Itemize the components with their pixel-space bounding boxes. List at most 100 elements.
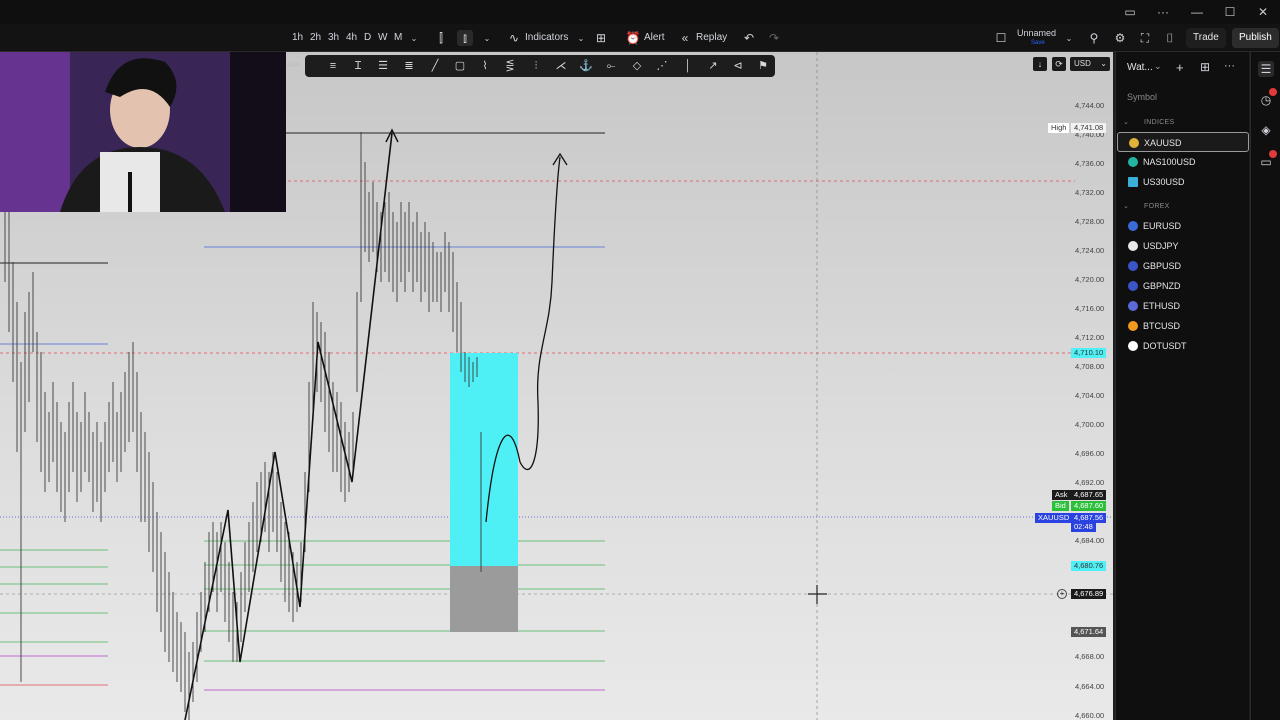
timeframe-3h[interactable]: 3h <box>328 24 339 52</box>
chevron-down-icon: ⌄ <box>1100 59 1107 68</box>
fib-icon[interactable]: ≣ <box>401 58 417 74</box>
screen-icon[interactable]: ▭ <box>1120 0 1140 24</box>
crosshair-price-tag: 4,676.89 <box>1071 589 1107 599</box>
symbol-label: DOTUSDT <box>1143 341 1187 351</box>
timeframe-4h[interactable]: 4h <box>346 24 357 52</box>
arrow-down-icon[interactable]: ↓ <box>1033 57 1047 71</box>
watchlist-item-gbpusd[interactable]: GBPUSD <box>1117 256 1249 276</box>
price-tick: 4,684.00 <box>1075 536 1105 545</box>
path-icon[interactable]: ⌇ <box>477 58 493 74</box>
ellipse-icon[interactable]: ◇ <box>629 58 645 74</box>
cursor-crosshair <box>808 585 827 604</box>
watchlist-panel: Wat... ⌄ + ⊞ ··· Symbol ⌄ INDICES XAUUSD … <box>1115 52 1249 720</box>
replay-icon[interactable]: « <box>677 30 693 46</box>
symbol-label: BTCUSD <box>1143 321 1181 331</box>
undo-icon[interactable]: ↶ <box>741 30 757 46</box>
alert-icon[interactable]: ⏰ <box>625 30 641 46</box>
price-tick: 4,716.00 <box>1075 304 1105 313</box>
minimize-button[interactable]: — <box>1180 0 1214 24</box>
alert-button[interactable]: Alert <box>644 24 665 52</box>
group-indices[interactable]: ⌄ INDICES <box>1116 116 1250 130</box>
watchlist-item-nas100usd[interactable]: NAS100USD <box>1117 152 1249 172</box>
chart-canvas[interactable]: 4,744.00 4,740.00 4,736.00 4,732.00 4,72… <box>0 52 1113 720</box>
notification-badge <box>1269 88 1277 96</box>
measure-icon[interactable]: ⊲ <box>730 58 746 74</box>
chevron-down-icon[interactable]: ⌄ <box>1061 30 1077 46</box>
symbol-column-header[interactable]: Symbol <box>1116 88 1250 106</box>
watchlist-item-xauusd[interactable]: XAUUSD <box>1117 132 1249 152</box>
chevron-down-icon[interactable]: ⌄ <box>479 30 495 46</box>
price-tick: 4,724.00 <box>1075 246 1105 255</box>
channel-icon[interactable]: ⋚ <box>502 58 518 74</box>
add-alert-icon[interactable]: + <box>1057 589 1067 599</box>
price-tick: 4,736.00 <box>1075 159 1105 168</box>
symbol-label: GBPUSD <box>1143 261 1182 271</box>
vertical-line-icon[interactable]: │ <box>680 58 696 74</box>
publish-button[interactable]: Publish <box>1232 28 1279 48</box>
brush-icon[interactable]: ⋰ <box>654 58 670 74</box>
sync-icon[interactable]: ⟳ <box>1052 57 1066 71</box>
watchlist-item-us30usd[interactable]: US30USD <box>1117 172 1249 192</box>
more-options-icon[interactable]: ··· <box>1224 60 1235 72</box>
price-tick: 4,696.00 <box>1075 449 1105 458</box>
trend-line-icon[interactable]: ╱ <box>427 58 443 74</box>
watchlist-item-eurusd[interactable]: EURUSD <box>1117 216 1249 236</box>
quick-search-icon[interactable]: ⚲ <box>1086 30 1102 46</box>
timeframe-1h[interactable]: 1h <box>292 24 303 52</box>
parallel-lines-icon[interactable]: ≡ <box>325 58 341 74</box>
horizontal-lines-icon[interactable]: ☰ <box>375 58 391 74</box>
symbol-label: EURUSD <box>1143 221 1182 231</box>
text-cursor-icon[interactable]: Ɪ <box>350 58 366 74</box>
watchlist-item-ethusd[interactable]: ETHUSD <box>1117 296 1249 316</box>
ask-price-tag: 4,687.65 <box>1071 490 1107 500</box>
pattern-icon[interactable]: ⋌ <box>553 58 569 74</box>
redo-icon[interactable]: ↷ <box>766 30 782 46</box>
indicators-button[interactable]: Indicators <box>525 24 568 52</box>
horizontal-ray-icon[interactable]: ⟜ <box>603 58 619 74</box>
templates-icon[interactable]: ⊞ <box>593 30 609 46</box>
replay-button[interactable]: Replay <box>696 24 727 52</box>
settings-icon[interactable]: ⚙ <box>1112 30 1128 46</box>
more-icon[interactable]: ··· <box>1152 0 1174 24</box>
timeframe-m[interactable]: M <box>394 24 402 52</box>
high-label: High <box>1048 123 1070 133</box>
bitcoin-icon <box>1128 321 1138 331</box>
watchlist-item-btcusd[interactable]: BTCUSD <box>1117 316 1249 336</box>
trade-button[interactable]: Trade <box>1186 28 1226 48</box>
timeframe-2h[interactable]: 2h <box>310 24 321 52</box>
symbol-label: NAS100USD <box>1143 157 1196 167</box>
bar-chart-type-icon[interactable]: ⫿ <box>433 30 449 46</box>
anchor-icon[interactable]: ⚓ <box>578 58 594 74</box>
watchlist-icon[interactable]: ☰ <box>1258 61 1274 77</box>
price-tick: 4,728.00 <box>1075 217 1105 226</box>
rectangle-icon[interactable]: ▢ <box>452 58 468 74</box>
candles-chart-type-icon[interactable]: ⫾ <box>457 30 473 46</box>
chevron-down-icon[interactable]: ⌄ <box>406 30 422 46</box>
arrow-tool-icon[interactable]: ↗ <box>705 58 721 74</box>
watchlist-item-dotusdt[interactable]: DOTUSDT <box>1117 336 1249 356</box>
chevron-down-icon[interactable]: ⌄ <box>1154 61 1162 72</box>
layout-checkbox-icon[interactable]: ☐ <box>993 30 1009 46</box>
flag-icon[interactable]: ⚑ <box>755 58 771 74</box>
indicators-icon[interactable]: ∿ <box>506 30 522 46</box>
loss-zone-box <box>450 566 518 632</box>
uk-flag-icon <box>1128 261 1138 271</box>
maximize-button[interactable]: ☐ <box>1213 0 1247 24</box>
watchlist-title[interactable]: Wat... <box>1127 62 1153 73</box>
close-button[interactable]: ✕ <box>1246 0 1280 24</box>
watchlist-item-gbpnzd[interactable]: GBPNZD <box>1117 276 1249 296</box>
timeframe-d[interactable]: D <box>364 24 371 52</box>
watchlist-header: Wat... ⌄ + ⊞ ··· <box>1116 52 1250 84</box>
fullscreen-icon[interactable]: ⛶ <box>1137 30 1153 46</box>
layers-icon[interactable]: ◈ <box>1258 122 1274 138</box>
advanced-view-icon[interactable]: ⊞ <box>1200 60 1210 74</box>
add-symbol-icon[interactable]: + <box>1176 60 1184 75</box>
watchlist-item-usdjpy[interactable]: USDJPY <box>1117 236 1249 256</box>
ethereum-icon <box>1128 301 1138 311</box>
timeframe-w[interactable]: W <box>378 24 387 52</box>
chevron-down-icon[interactable]: ⌄ <box>573 30 589 46</box>
bars-pattern-icon[interactable]: ⫶ <box>528 58 544 74</box>
camera-icon[interactable]: ⌷ <box>1162 30 1178 46</box>
currency-select[interactable]: USD ⌄ <box>1070 57 1110 71</box>
group-forex[interactable]: ⌄ FOREX <box>1116 200 1250 214</box>
